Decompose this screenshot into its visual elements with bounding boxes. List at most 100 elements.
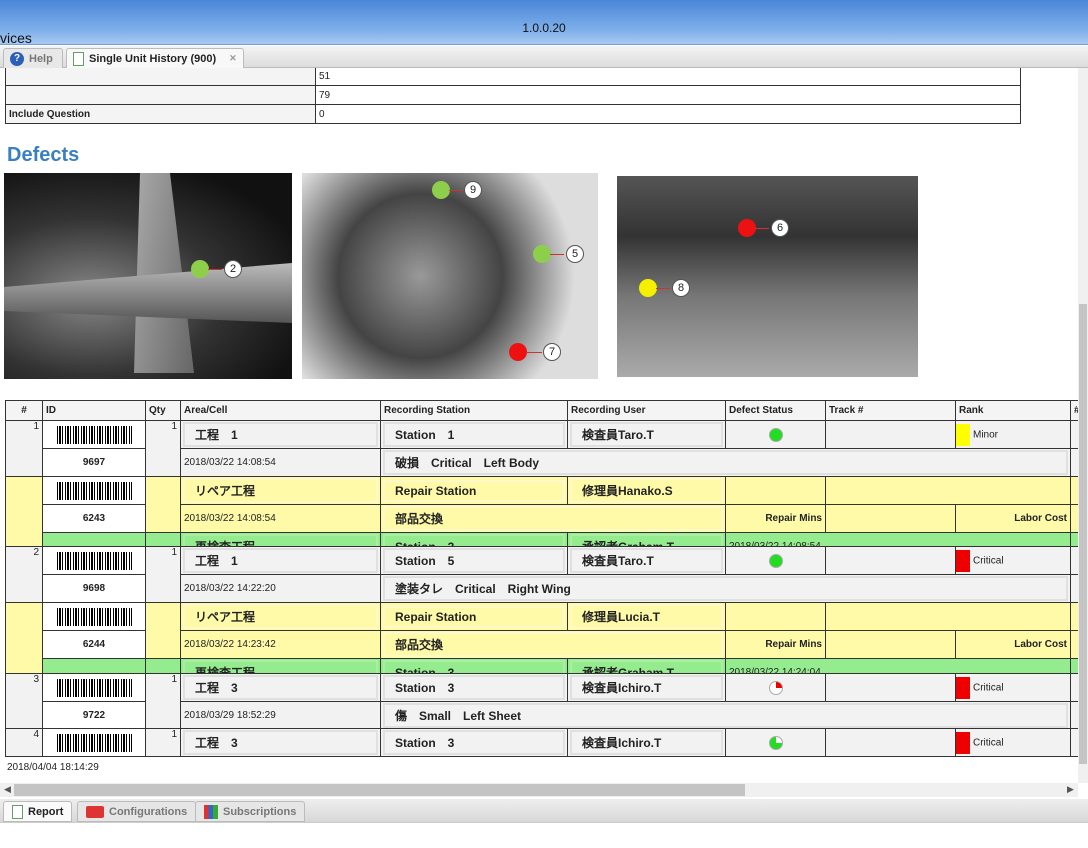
column-header-5[interactable]: Recording User <box>567 400 726 421</box>
column-header-8[interactable]: Rank <box>955 400 1071 421</box>
table-row: 1 1 工程 1 Station 1 検査員Taro.T Minor <box>5 420 1078 477</box>
param-key <box>5 85 316 105</box>
defect-group: 2 1 工程 1 Station 5 検査員Taro.T Critical 9698 2018… <box>5 546 1078 687</box>
defect-group: 3 1 工程 3 Station 3 検査員Ichiro.T Critical 9722 20… <box>5 673 1078 730</box>
defect-marker[interactable] <box>509 343 527 361</box>
repair-mins-value <box>825 504 956 533</box>
param-value: 0 <box>315 104 1021 124</box>
param-row: Include Question 0 <box>5 104 1021 124</box>
defect-image-cockpit: 6 8 <box>617 176 918 377</box>
repair-row: リペア工程 Repair Station 修理員Hanako.S <box>5 476 1078 561</box>
repair-id: 6243 <box>42 504 146 533</box>
defect-marker[interactable] <box>191 260 209 278</box>
extra-cell <box>1070 673 1078 702</box>
defect-marker[interactable] <box>432 181 450 199</box>
barcode-cell <box>42 728 146 757</box>
barcode-cell <box>42 546 146 575</box>
table-row: 3 1 工程 3 Station 3 検査員Ichiro.T Critical <box>5 673 1078 730</box>
horizontal-scrollbar[interactable]: ◀ ▶ <box>0 783 1078 797</box>
marker-label[interactable]: 5 <box>566 245 584 263</box>
column-header-2[interactable]: Qty <box>145 400 181 421</box>
parameters-table: 51 79 Include Question 0 <box>5 68 1021 124</box>
extra-cell <box>1070 602 1078 631</box>
tab-configurations[interactable]: Configurations <box>77 801 197 822</box>
marker-label[interactable]: 6 <box>771 219 789 237</box>
rank-label: Critical <box>973 555 1004 567</box>
area-cell: 工程 1 <box>183 422 378 447</box>
vertical-scrollbar[interactable] <box>1078 68 1088 783</box>
column-header-1[interactable]: ID <box>42 400 146 421</box>
quantity: 1 <box>145 420 181 477</box>
column-header-9[interactable]: # <box>1070 400 1078 421</box>
row-number: 1 <box>5 420 43 477</box>
barcode-cell <box>42 602 146 631</box>
scroll-thumb[interactable] <box>1079 304 1087 764</box>
extra-cell <box>1070 728 1078 757</box>
rank-label: Critical <box>973 682 1004 694</box>
title-bar: vices 1.0.0.20 <box>0 0 1088 46</box>
repair-date: 2018/03/22 14:23:42 <box>180 630 381 659</box>
table-row: 2 1 工程 1 Station 5 検査員Taro.T Critical <box>5 546 1078 603</box>
scroll-thumb[interactable] <box>14 784 745 796</box>
rank-cell: Critical <box>955 546 1071 575</box>
tab-help[interactable]: ? Help <box>3 48 63 68</box>
extra-cell <box>1070 701 1078 730</box>
barcode-cell <box>42 673 146 702</box>
barcode-icon <box>56 551 132 570</box>
tab-report[interactable]: Report <box>3 801 73 822</box>
row-number: 4 <box>5 728 43 757</box>
help-icon: ? <box>10 51 24 66</box>
recording-user: 検査員Taro.T <box>570 548 723 573</box>
column-header-3[interactable]: Area/Cell <box>180 400 381 421</box>
repair-user: 修理員Lucia.T <box>570 604 723 629</box>
tab-label: Help <box>29 52 53 65</box>
defect-marker[interactable] <box>639 279 657 297</box>
recording-user: 検査員Taro.T <box>570 422 723 447</box>
track-cell <box>825 728 956 757</box>
repair-station: Repair Station <box>383 479 565 502</box>
barcode-cell <box>42 476 146 505</box>
repair-area: リペア工程 <box>183 604 378 629</box>
repair-mins-label: Repair Mins <box>725 630 826 659</box>
quantity: 1 <box>145 546 181 603</box>
column-header-4[interactable]: Recording Station <box>380 400 568 421</box>
scroll-left-icon[interactable]: ◀ <box>4 784 11 795</box>
scroll-right-icon[interactable]: ▶ <box>1067 784 1074 795</box>
defect-description: 塗装タレ Critical Right Wing <box>383 576 1068 601</box>
quantity: 1 <box>145 673 181 730</box>
tab-single-unit-history[interactable]: Single Unit History (900) ✕ <box>66 48 244 68</box>
marker-label[interactable]: 7 <box>543 343 561 361</box>
column-header-0[interactable]: # <box>5 400 43 421</box>
extra-cell <box>1070 574 1078 603</box>
defect-description: 破損 Critical Left Body <box>383 450 1068 475</box>
toolbox-icon <box>86 805 104 818</box>
recording-station: Station 1 <box>383 422 565 447</box>
track-cell <box>825 673 956 702</box>
defect-status-cell <box>725 476 826 505</box>
repair-notes <box>825 602 1071 631</box>
recorded-date: 2018/03/22 14:22:20 <box>180 574 381 603</box>
defect-image-gearbox: 9 5 7 <box>302 173 598 379</box>
close-icon[interactable]: ✕ <box>229 53 237 64</box>
repair-id: 6244 <box>42 630 146 659</box>
column-header-7[interactable]: Track # <box>825 400 956 421</box>
column-header-6[interactable]: Defect Status <box>725 400 826 421</box>
defect-marker[interactable] <box>533 245 551 263</box>
row-number: 3 <box>5 673 43 730</box>
labor-cost-label: Labor Cost <box>955 504 1071 533</box>
tab-subscriptions[interactable]: Subscriptions <box>195 801 306 822</box>
marker-label[interactable]: 8 <box>672 279 690 297</box>
param-value: 51 <box>315 68 1021 86</box>
table-row: 4 1 工程 3 Station 3 検査員Ichiro.T Critical <box>5 728 1078 757</box>
marker-label[interactable]: 2 <box>224 260 242 278</box>
repair-mins-label: Repair Mins <box>725 504 826 533</box>
barcode-icon <box>56 481 132 500</box>
marker-label[interactable]: 9 <box>464 181 482 199</box>
area-cell: 工程 3 <box>183 675 378 700</box>
unit-id: 9698 <box>42 574 146 603</box>
recording-station: Station 3 <box>383 675 565 700</box>
repair-user: 修理員Hanako.S <box>570 478 723 503</box>
defect-marker[interactable] <box>738 219 756 237</box>
extra-cell <box>1070 504 1078 533</box>
quantity <box>145 476 181 533</box>
